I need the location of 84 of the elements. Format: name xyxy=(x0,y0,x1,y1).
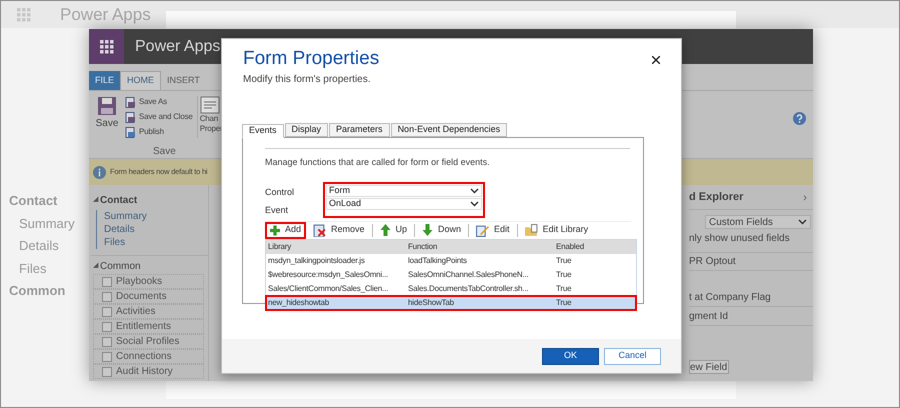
table-cell-text: SalesOmniChannel.SalesPhoneN... xyxy=(407,268,530,280)
toolbar-button[interactable]: Edit xyxy=(473,222,513,238)
ok-button[interactable]: OK xyxy=(542,348,599,364)
table-cell-text: new_hideshowtab xyxy=(267,296,330,308)
table-row[interactable]: Sales/ClientCommon/Sales_Clien... Sales.DocumentsTabController.sh... True xyxy=(266,282,636,296)
dialog-title: Form Properties xyxy=(243,47,380,71)
table-cell-text: msdyn_talkingpointsloader.js xyxy=(267,254,366,266)
table-cell-text: Sales/ClientCommon/Sales_Clien... xyxy=(267,282,390,294)
field-label: Control xyxy=(265,186,296,198)
ribbon-tab[interactable]: HOME xyxy=(120,71,162,90)
table-cell-text: True xyxy=(555,254,572,266)
nav-item[interactable]: Playbooks xyxy=(93,274,204,289)
toolbar-button[interactable]: Down xyxy=(419,222,464,238)
toolbar-button[interactable]: Up xyxy=(376,222,410,238)
column-header: Enabled xyxy=(555,240,585,252)
cancel-button[interactable]: Cancel xyxy=(604,348,661,364)
toolbar-button[interactable]: Edit Library xyxy=(522,222,592,238)
table-cell-text: Sales.DocumentsTabController.sh... xyxy=(407,282,530,294)
tab[interactable]: Non-Event Dependencies xyxy=(390,123,508,137)
table-cell-text: loadTalkingPoints xyxy=(407,254,468,266)
app-title: Power Apps xyxy=(135,36,220,56)
field-item[interactable]: PR Optout xyxy=(689,252,813,271)
table-row[interactable]: msdyn_talkingpointsloader.js loadTalkingPoints True xyxy=(266,254,636,268)
column-header: Library xyxy=(267,240,292,252)
toolbar-button[interactable]: Remove xyxy=(310,222,368,238)
app-launcher-icon[interactable] xyxy=(100,40,114,54)
field-item[interactable]: gment Id xyxy=(689,307,813,326)
new-field-button[interactable]: ew Field xyxy=(689,360,729,374)
nav-link[interactable]: Files xyxy=(101,236,208,249)
pencil-page-icon xyxy=(476,224,490,236)
table-row[interactable]: $webresource:msdyn_SalesOmni... SalesOmniChannel.SalesPhoneN... True xyxy=(266,268,636,282)
table-row[interactable]: new_hideshowtab hideShowTab True xyxy=(266,296,636,310)
column-header: Function xyxy=(407,240,438,252)
close-icon[interactable] xyxy=(652,56,660,64)
page-cross-icon xyxy=(313,224,326,236)
dropdown[interactable]: Form xyxy=(326,184,482,196)
nav-link[interactable]: Details xyxy=(101,223,208,236)
chevron-right-icon[interactable]: › xyxy=(803,188,807,206)
nav-item[interactable]: Documents xyxy=(93,289,204,304)
field-label: Event xyxy=(265,204,290,217)
ribbon-tab[interactable]: FILE xyxy=(89,71,120,90)
nav-item[interactable]: Social Profiles xyxy=(93,334,204,349)
table-cell-text: True xyxy=(555,296,572,308)
section-heading: Common xyxy=(100,260,141,274)
filter-dropdown[interactable]: Custom Fields xyxy=(705,215,811,229)
document-icon xyxy=(125,96,136,108)
dialog-subtitle: Modify this form's properties. xyxy=(243,73,372,87)
ribbon-button[interactable]: Save As xyxy=(125,96,193,108)
dropdown[interactable]: OnLoad xyxy=(326,198,482,210)
table-cell-text: True xyxy=(555,282,572,294)
document-icon xyxy=(125,112,136,122)
arrow-up-icon xyxy=(380,224,391,236)
ribbon-button[interactable]: Publish xyxy=(125,126,193,138)
description: Manage functions that are called for form or field events. xyxy=(265,156,491,169)
toolbar-button[interactable]: Add xyxy=(265,222,306,238)
ribbon-tab[interactable]: INSERT xyxy=(161,71,206,90)
document-icon xyxy=(125,126,136,138)
nav-link[interactable]: Summary xyxy=(101,210,208,223)
section-heading: Contact xyxy=(100,194,138,208)
field-item[interactable]: t at Company Flag xyxy=(689,288,813,307)
table-cell-text: $webresource:msdyn_SalesOmni... xyxy=(267,268,390,280)
properties-icon xyxy=(200,96,220,114)
nav-item[interactable]: Activities xyxy=(93,304,204,319)
tab[interactable]: Display xyxy=(284,123,328,137)
chevron-down-icon xyxy=(798,219,807,225)
ribbon-button[interactable]: Chan xyxy=(200,114,218,124)
table-cell-text: True xyxy=(555,268,572,280)
group-label: Save xyxy=(153,145,176,159)
info-icon xyxy=(93,166,106,178)
nav-item[interactable]: Audit History xyxy=(93,364,204,379)
checkbox-label: nly show unused fields xyxy=(689,232,791,246)
arrow-down-icon xyxy=(422,224,434,236)
table-cell-text: hideShowTab xyxy=(407,296,455,308)
tab[interactable]: Parameters xyxy=(329,123,390,137)
ribbon-button[interactable]: Save and Close xyxy=(125,111,193,123)
app-title: Power Apps xyxy=(60,4,151,24)
save-button[interactable]: Save xyxy=(93,96,121,138)
help-icon[interactable] xyxy=(793,112,806,125)
nav-item[interactable]: Connections xyxy=(93,349,204,364)
folder-page-icon xyxy=(524,224,538,236)
plus-icon xyxy=(270,224,280,236)
nav-item[interactable]: Entitlements xyxy=(93,319,204,334)
panel-title: d Explorer xyxy=(689,190,744,205)
tab[interactable]: Events xyxy=(242,124,284,138)
